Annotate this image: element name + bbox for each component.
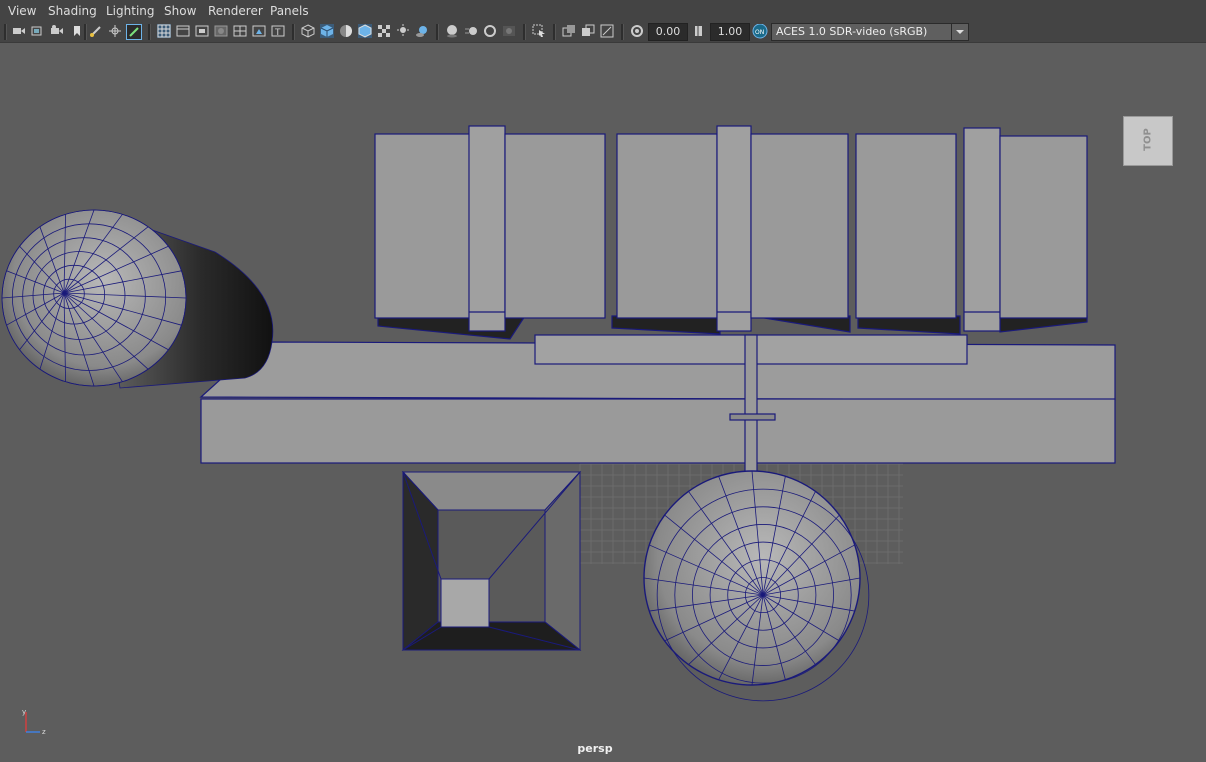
toolbar-separator [621,24,624,40]
gamma-icon[interactable] [692,24,706,38]
grid-icon[interactable] [157,24,171,38]
viewcube[interactable]: TOP [1123,116,1173,166]
anti-alias-icon[interactable] [483,24,497,38]
color-management-icon[interactable]: ON [752,24,768,39]
menu-lighting[interactable]: Lighting [106,0,155,21]
axis-gizmo: y z [22,708,46,736]
colorspace-label: ACES 1.0 SDR-video (sRGB) [776,25,928,38]
grease-pencil-icon[interactable] [89,24,103,38]
exposure-icon[interactable] [630,24,644,38]
film-gate-toggle-icon[interactable] [176,24,190,38]
safe-title-icon[interactable]: T [271,24,285,38]
long-plank[interactable] [199,334,1116,476]
field-chart-icon[interactable] [233,24,247,38]
backface-culling-icon[interactable] [600,24,614,38]
menu-shading[interactable]: Shading [48,0,97,21]
maya-viewport-panel: View Shading Lighting Show Renderer Pane… [0,0,1206,762]
toolbar-separator [523,24,526,40]
menu-renderer[interactable]: Renderer [208,0,263,21]
grease-pencil-active-icon[interactable] [126,24,142,40]
wireframe-on-shaded-icon[interactable] [358,24,372,38]
exposure-field[interactable]: 0.00 [648,23,688,41]
sphere-mesh[interactable] [643,470,870,702]
image-plane-icon[interactable] [108,24,122,38]
camera-attributes-icon[interactable] [31,24,45,38]
smooth-shade-icon[interactable] [320,24,334,38]
toolbar-separator [148,24,151,40]
top-box-row[interactable] [374,125,1088,340]
film-gate-icon[interactable] [50,24,64,38]
shadows-icon[interactable] [415,24,429,38]
menu-view[interactable]: View [8,0,36,21]
3d-viewport[interactable]: TOP y z persp [0,42,1206,762]
svg-text:ON: ON [755,29,764,36]
scene-canvas[interactable] [0,42,1206,762]
safe-action-icon[interactable] [252,24,266,38]
camera-icon[interactable] [12,24,26,38]
gamma-field[interactable]: 1.00 [710,23,750,41]
depth-of-field-icon[interactable] [502,24,516,38]
menu-show[interactable]: Show [164,0,196,21]
menu-panels[interactable]: Panels [270,0,309,21]
gate-mask-icon[interactable] [214,24,228,38]
axis-z-label: z [42,728,46,736]
toolbar-separator [4,24,7,40]
panel-toolbar: T 0.00 1.00 ON ACES 1.0 SDR-video (sRGB) [0,21,1206,43]
toolbar-separator [292,24,295,40]
axis-y-label: y [22,708,26,716]
pyramid-mesh[interactable] [401,470,582,652]
cylinder-mesh[interactable] [1,209,274,389]
bookmark-icon[interactable] [70,24,84,38]
camera-name-label: persp [577,742,613,755]
toolbar-separator [436,24,439,40]
textured-icon[interactable] [377,24,391,38]
wireframe-icon[interactable] [301,24,315,38]
motion-blur-icon[interactable] [464,24,478,38]
toolbar-separator [84,24,87,40]
panel-menubar: View Shading Lighting Show Renderer Pane… [0,0,1206,21]
xray-joints-icon[interactable] [562,24,576,38]
toolbar-separator [553,24,556,40]
viewcube-face-label: TOP [1142,128,1154,151]
use-lights-icon[interactable] [396,24,410,38]
colorspace-dropdown[interactable]: ACES 1.0 SDR-video (sRGB) [771,23,969,41]
resolution-gate-icon[interactable] [195,24,209,38]
isolate-select-icon[interactable] [532,24,546,38]
chevron-down-icon [951,24,968,40]
default-material-icon[interactable] [339,24,353,38]
screen-space-ao-icon[interactable] [445,24,459,38]
svg-text:T: T [274,28,281,38]
xray-active-icon[interactable] [581,24,595,38]
